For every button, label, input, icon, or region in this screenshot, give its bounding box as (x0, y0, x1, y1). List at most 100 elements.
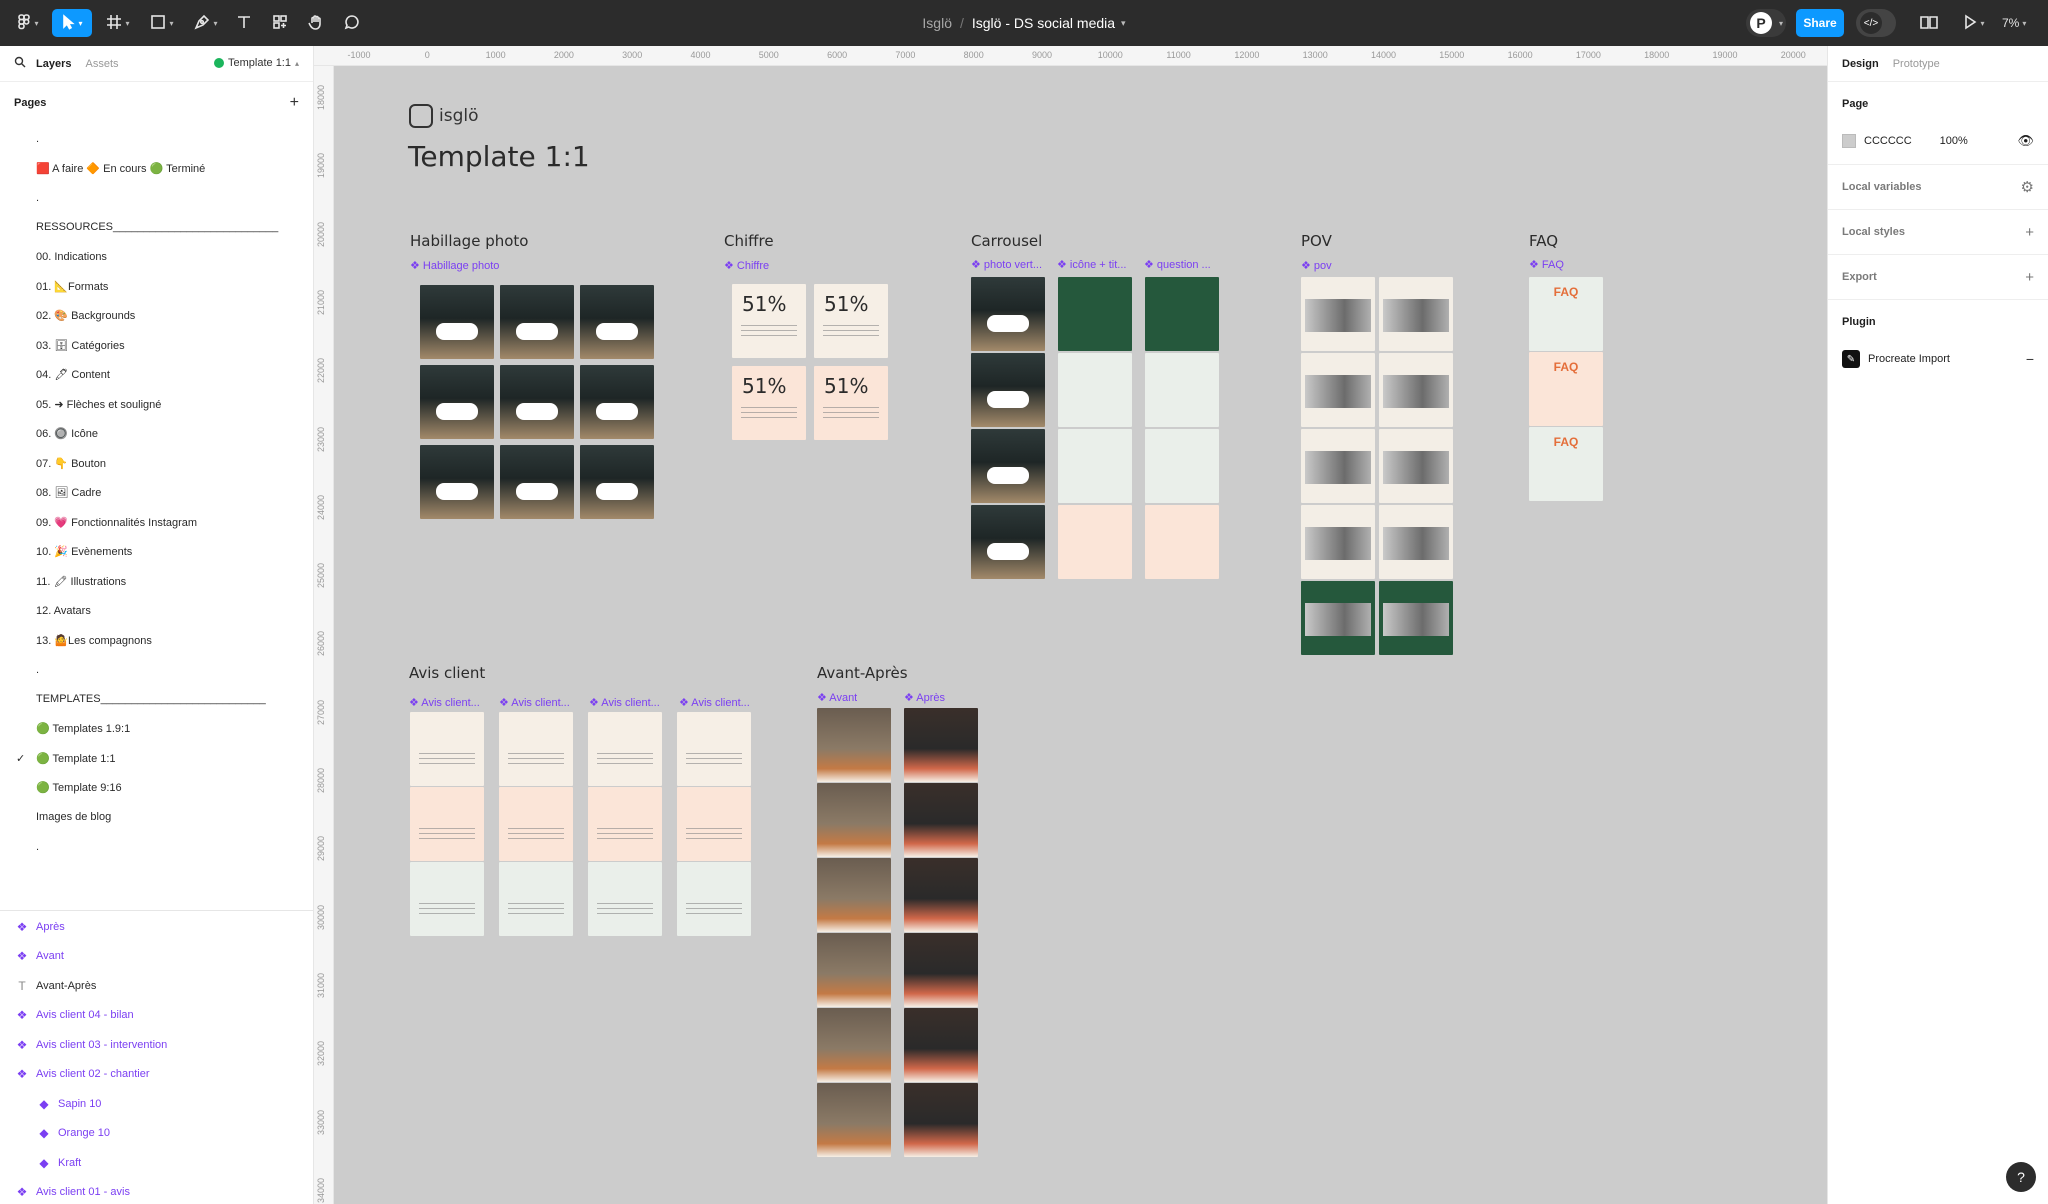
page-item[interactable]: 07. 👇 Bouton (0, 449, 313, 479)
carrousel-thumbnail[interactable] (971, 277, 1045, 351)
page-item[interactable]: 🟥 A faire 🔶 En cours 🟢 Terminé (0, 154, 313, 184)
chiffre-thumbnail[interactable]: 51% (814, 284, 888, 358)
section-title-carrousel[interactable]: Carrousel (971, 232, 1042, 250)
chevron-down-icon[interactable]: ▾ (1121, 18, 1126, 29)
move-tool-button[interactable]: ▾ (52, 9, 92, 37)
current-page-dropdown[interactable]: Template 1:1 ▴ (214, 57, 299, 69)
habillage-photo-thumbnail[interactable] (500, 285, 574, 359)
page-item[interactable]: 09. 💗 Fonctionnalités Instagram (0, 508, 313, 538)
avis-client-thumbnail[interactable] (499, 787, 573, 861)
tab-design[interactable]: Design (1842, 58, 1879, 70)
pen-tool-button[interactable]: ▾ (188, 9, 224, 37)
present-button[interactable]: ▾ (1956, 9, 1992, 37)
avant-apres-thumbnail[interactable] (904, 708, 978, 782)
component-label-carrousel-1[interactable]: ❖ photo vert... (971, 258, 1051, 271)
page-item[interactable]: 08. 🖼 Cadre (0, 478, 313, 508)
avis-client-thumbnail[interactable] (410, 787, 484, 861)
carrousel-thumbnail[interactable] (1145, 429, 1219, 503)
page-title[interactable]: Template 1:1 (408, 140, 590, 173)
faq-thumbnail[interactable]: FAQ (1529, 352, 1603, 426)
avis-client-thumbnail[interactable] (499, 862, 573, 936)
page-item[interactable]: 04. 🖊 Content (0, 360, 313, 390)
layer-item[interactable]: T Avant-Après (0, 971, 313, 1001)
avant-apres-thumbnail[interactable] (817, 933, 891, 1007)
avant-apres-thumbnail[interactable] (817, 1008, 891, 1082)
faq-thumbnail[interactable]: FAQ (1529, 277, 1603, 351)
habillage-photo-thumbnail[interactable] (420, 445, 494, 519)
page-opacity-value[interactable]: 100% (1940, 135, 1968, 147)
component-label-avis-1[interactable]: ❖ Avis client... (409, 696, 491, 709)
share-button[interactable]: Share (1796, 9, 1844, 37)
avis-client-thumbnail[interactable] (677, 787, 751, 861)
page-item[interactable]: TEMPLATES___________________________ (0, 685, 313, 715)
pov-thumbnail[interactable] (1301, 581, 1375, 655)
add-page-icon[interactable]: + (290, 94, 299, 112)
page-item[interactable]: 11. 🖍 Illustrations (0, 567, 313, 597)
carrousel-thumbnail[interactable] (971, 429, 1045, 503)
component-label-habillage[interactable]: ❖ Habillage photo (410, 259, 499, 272)
pov-thumbnail[interactable] (1301, 505, 1375, 579)
text-tool-button[interactable] (232, 9, 256, 37)
page-item[interactable]: . (0, 655, 313, 685)
section-title-pov[interactable]: POV (1301, 232, 1332, 250)
local-variables-label[interactable]: Local variables (1842, 181, 1922, 193)
layer-item[interactable]: ❖ Après (0, 912, 313, 942)
page-item[interactable]: . (0, 124, 313, 154)
page-item[interactable]: 02. 🎨 Backgrounds (0, 301, 313, 331)
carrousel-thumbnail[interactable] (1058, 429, 1132, 503)
page-item[interactable]: 10. 🎉 Evènements (0, 537, 313, 567)
file-name[interactable]: Isglö - DS social media (972, 15, 1115, 31)
chiffre-thumbnail[interactable]: 51% (732, 284, 806, 358)
component-label-avis-3[interactable]: ❖ Avis client... (589, 696, 671, 709)
search-icon[interactable] (14, 56, 26, 71)
avant-apres-thumbnail[interactable] (904, 858, 978, 932)
section-title-habillage[interactable]: Habillage photo (410, 232, 528, 250)
page-item[interactable]: 01. 📐Formats (0, 272, 313, 302)
avis-client-thumbnail[interactable] (588, 787, 662, 861)
user-avatar[interactable]: P ▾ (1746, 9, 1786, 37)
pov-thumbnail[interactable] (1379, 277, 1453, 351)
chiffre-thumbnail[interactable]: 51% (814, 366, 888, 440)
faq-thumbnail[interactable]: FAQ (1529, 427, 1603, 501)
carrousel-thumbnail[interactable] (1058, 277, 1132, 351)
layer-item[interactable]: ◆ Orange 10 (0, 1119, 313, 1149)
component-label-apres[interactable]: ❖ Après (904, 691, 945, 704)
resources-tool-button[interactable] (268, 9, 292, 37)
pov-thumbnail[interactable] (1379, 353, 1453, 427)
avant-apres-thumbnail[interactable] (904, 783, 978, 857)
page-color-value[interactable]: CCCCCC (1864, 135, 1912, 147)
tab-layers[interactable]: Layers (36, 58, 71, 70)
component-label-carrousel-2[interactable]: ❖ icône + tit... (1057, 258, 1137, 271)
page-item[interactable]: 06. 🔘 Icône (0, 419, 313, 449)
avant-apres-thumbnail[interactable] (817, 1083, 891, 1157)
component-label-avis-4[interactable]: ❖ Avis client... (679, 696, 761, 709)
avant-apres-thumbnail[interactable] (904, 933, 978, 1007)
avis-client-thumbnail[interactable] (588, 862, 662, 936)
pov-thumbnail[interactable] (1301, 353, 1375, 427)
page-item[interactable]: 🟢 Template 9:16 (0, 773, 313, 803)
canvas[interactable]: isglö Template 1:1 Habillage photo ❖ Hab… (334, 66, 1827, 1204)
eye-icon[interactable]: 👁 (2017, 133, 2034, 149)
avis-client-thumbnail[interactable] (410, 712, 484, 786)
avis-client-thumbnail[interactable] (677, 862, 751, 936)
pov-thumbnail[interactable] (1379, 505, 1453, 579)
avis-client-thumbnail[interactable] (677, 712, 751, 786)
layer-item[interactable]: ❖ Avant (0, 942, 313, 972)
shape-tool-button[interactable]: ▾ (144, 9, 180, 37)
page-color-swatch[interactable] (1842, 134, 1856, 148)
remove-plugin-icon[interactable]: − (2026, 351, 2034, 367)
page-item[interactable]: 13. 🤷Les compagnons (0, 626, 313, 656)
carrousel-thumbnail[interactable] (1058, 353, 1132, 427)
comment-tool-button[interactable] (340, 9, 364, 37)
plugin-row[interactable]: ✎ Procreate Import − (1842, 344, 2034, 374)
avis-client-thumbnail[interactable] (588, 712, 662, 786)
avant-apres-thumbnail[interactable] (904, 1083, 978, 1157)
habillage-photo-thumbnail[interactable] (500, 445, 574, 519)
chiffre-thumbnail[interactable]: 51% (732, 366, 806, 440)
page-item[interactable]: . (0, 183, 313, 213)
frame-tool-button[interactable]: ▾ (100, 9, 136, 37)
pov-thumbnail[interactable] (1301, 429, 1375, 503)
panel-divider[interactable] (0, 910, 313, 911)
avant-apres-thumbnail[interactable] (817, 858, 891, 932)
layer-item[interactable]: ❖ Avis client 01 - avis (0, 1178, 313, 1204)
